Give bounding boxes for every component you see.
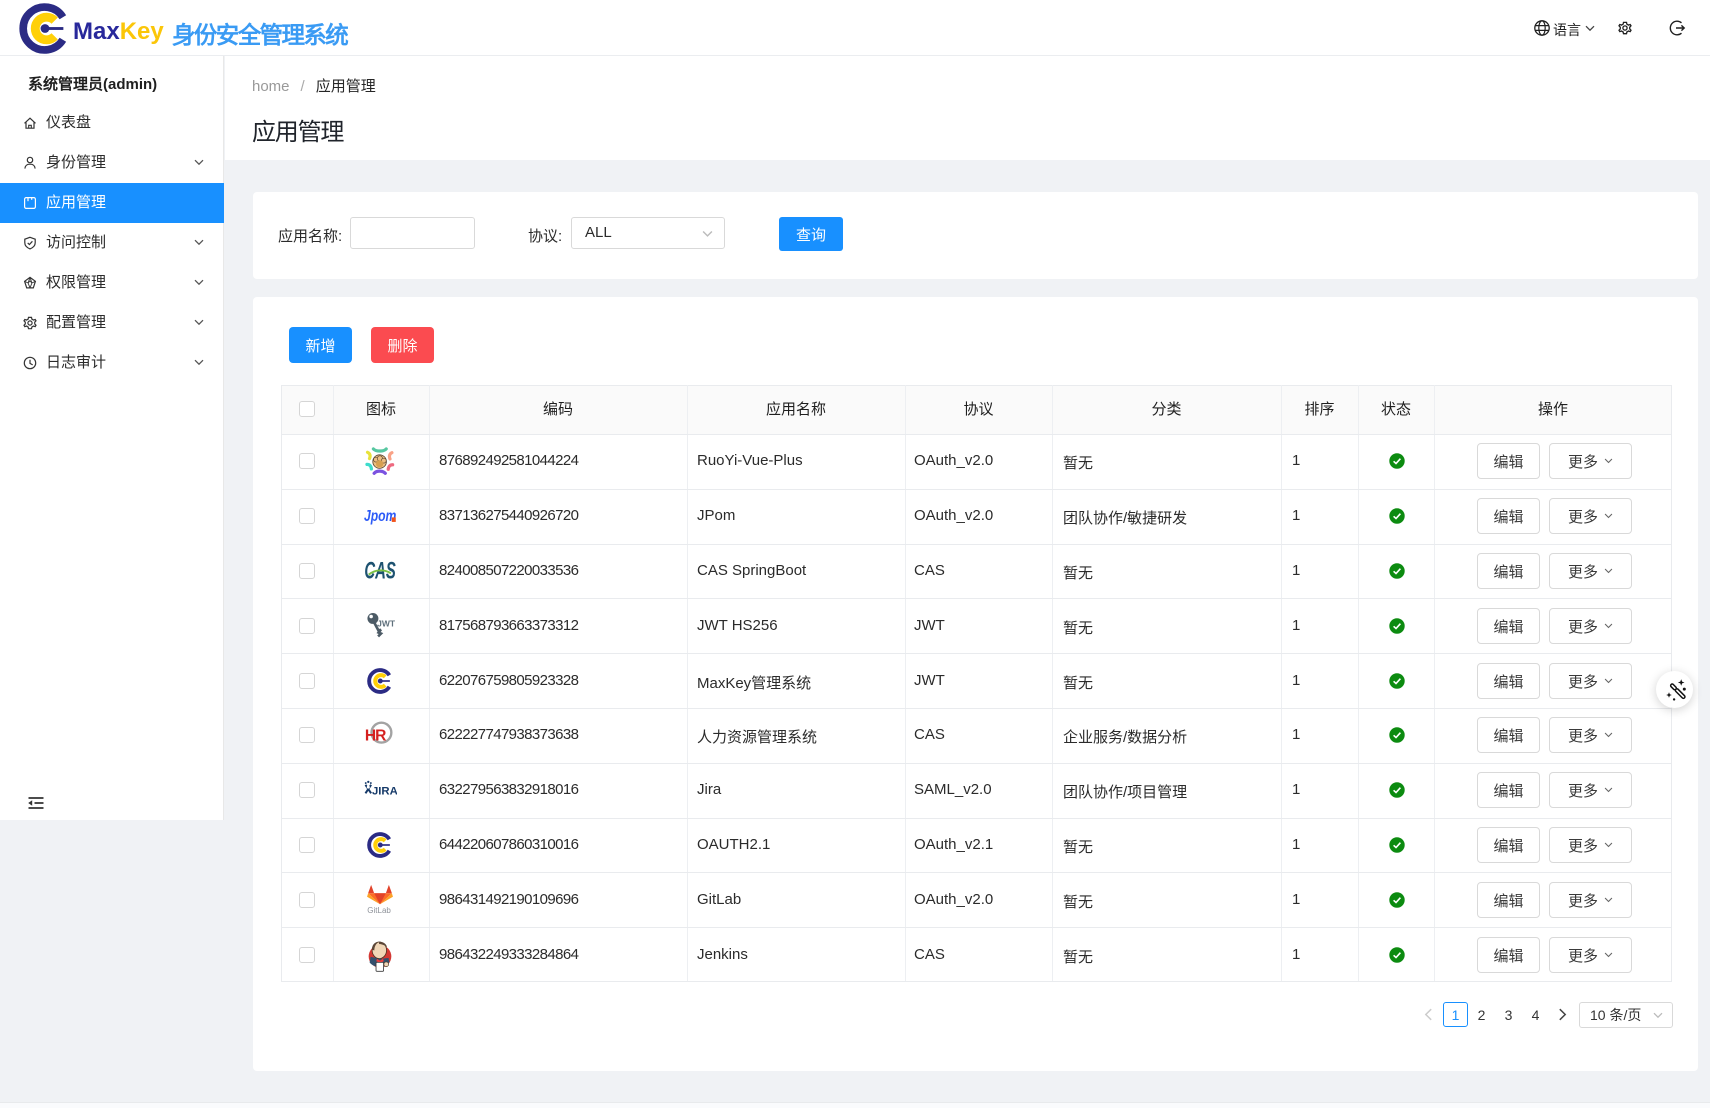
svg-text:Jpom: Jpom bbox=[364, 507, 396, 525]
svg-text:HR: HR bbox=[365, 728, 386, 745]
svg-text:CAS: CAS bbox=[364, 558, 395, 584]
svg-text:GitLab: GitLab bbox=[367, 906, 391, 915]
svg-text:JIRA: JIRA bbox=[372, 785, 397, 797]
svg-text:JWT: JWT bbox=[377, 618, 396, 628]
